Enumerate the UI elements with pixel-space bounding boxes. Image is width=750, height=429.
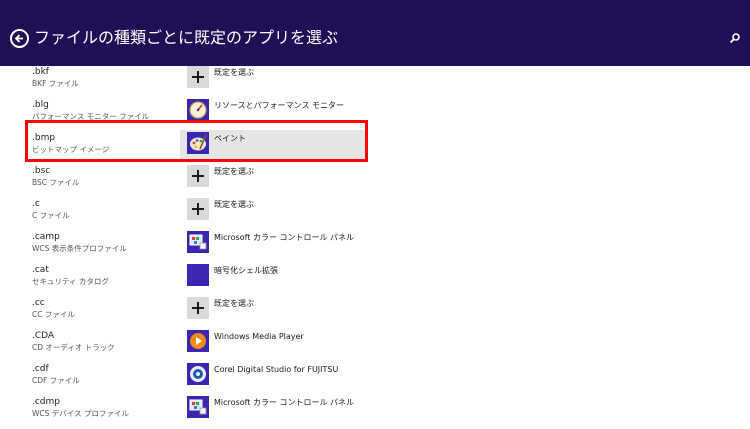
default-app-button[interactable]: Microsoft カラー コントロール パネル	[180, 229, 365, 259]
file-type-description: CD オーディオ トラック	[32, 343, 115, 352]
association-row: .bsc BSC ファイル 既定を選ぶ	[0, 165, 750, 198]
file-extension-label: .c	[32, 199, 40, 209]
search-icon	[729, 33, 740, 44]
back-arrow-icon	[14, 34, 23, 43]
association-row: .bmp ビットマップ イメージ ペイント	[0, 130, 750, 165]
file-extension-label: .CDA	[32, 331, 55, 341]
association-row: .camp WCS 表示条件プロファイル Microsoft カラー コントロール …	[0, 231, 750, 264]
app-name-label: 既定を選ぶ	[214, 200, 254, 209]
app-name-label: ペイント	[214, 134, 246, 143]
default-app-button[interactable]: Corel Digital Studio for FUJITSU	[180, 361, 365, 391]
default-app-button[interactable]: リソースとパフォーマンス モニター	[180, 97, 365, 127]
file-type-description: WCS 表示条件プロファイル	[32, 244, 127, 253]
color-control-panel-icon	[187, 231, 209, 253]
app-name-label: 既定を選ぶ	[214, 299, 254, 308]
file-extension-label: .camp	[32, 232, 60, 242]
association-row: .cdf CDF ファイル Corel Digital Studio for FUJ…	[0, 363, 750, 396]
default-app-button[interactable]: Windows Media Player	[180, 328, 365, 358]
association-row: .blg パフォーマンス モニター ファイル リソースとパフォーマンス モニター	[0, 99, 750, 132]
default-app-button[interactable]: 既定を選ぶ	[180, 196, 365, 226]
file-type-description: WCS デバイス プロファイル	[32, 409, 129, 418]
file-type-description: ビットマップ イメージ	[32, 145, 110, 154]
crypto-shell-icon	[187, 264, 209, 286]
association-row: .bkf BKF ファイル 既定を選ぶ	[0, 66, 750, 99]
association-row: .cdmp WCS デバイス プロファイル Microsoft カラー コントロール…	[0, 396, 750, 429]
paint-icon	[187, 132, 209, 154]
back-button[interactable]	[10, 29, 29, 48]
file-extension-label: .cdf	[32, 364, 49, 374]
plus-icon	[187, 198, 209, 220]
file-extension-label: .bmp	[32, 133, 56, 143]
default-app-button[interactable]: 既定を選ぶ	[180, 163, 365, 193]
file-extension-label: .blg	[32, 100, 49, 110]
default-app-button[interactable]: 暗号化シェル拡張	[180, 262, 365, 292]
default-app-button[interactable]: 既定を選ぶ	[180, 64, 365, 94]
file-type-description: CDF ファイル	[32, 376, 80, 385]
app-name-label: 既定を選ぶ	[214, 68, 254, 77]
app-name-label: 暗号化シェル拡張	[214, 266, 278, 275]
file-type-description: セキュリティ カタログ	[32, 277, 109, 286]
association-row: .cat セキュリティ カタログ 暗号化シェル拡張	[0, 264, 750, 297]
file-type-description: C ファイル	[32, 211, 70, 220]
app-name-label: Corel Digital Studio for FUJITSU	[214, 365, 339, 374]
app-name-label: Microsoft カラー コントロール パネル	[214, 398, 355, 407]
association-row: .CDA CD オーディオ トラック Windows Media Player	[0, 330, 750, 363]
file-extension-label: .cat	[32, 265, 49, 275]
default-app-button[interactable]: ペイント	[180, 130, 365, 160]
association-list: .bkf BKF ファイル 既定を選ぶ .blg パフォーマンス モニター ファイル リソ…	[0, 66, 750, 422]
plus-icon	[187, 297, 209, 319]
file-extension-label: .bsc	[32, 166, 51, 176]
performance-monitor-icon	[187, 99, 209, 121]
file-type-description: BKF ファイル	[32, 79, 79, 88]
plus-icon	[187, 66, 209, 88]
file-type-description: CC ファイル	[32, 310, 75, 319]
corel-studio-icon	[187, 363, 209, 385]
file-extension-label: .cdmp	[32, 397, 61, 407]
plus-icon	[187, 165, 209, 187]
file-extension-label: .bkf	[32, 67, 49, 77]
media-player-icon	[187, 330, 209, 352]
app-header: ファイルの種類ごとに既定のアプリを選ぶ	[0, 0, 750, 66]
search-button[interactable]	[728, 31, 742, 45]
page-title: ファイルの種類ごとに既定のアプリを選ぶ	[34, 28, 339, 47]
default-app-button[interactable]: Microsoft カラー コントロール パネル	[180, 394, 365, 424]
file-type-description: パフォーマンス モニター ファイル	[32, 112, 150, 121]
file-type-description: BSC ファイル	[32, 178, 80, 187]
color-control-panel-icon	[187, 396, 209, 418]
app-name-label: リソースとパフォーマンス モニター	[214, 101, 344, 110]
app-name-label: 既定を選ぶ	[214, 167, 254, 176]
app-name-label: Microsoft カラー コントロール パネル	[214, 233, 355, 242]
app-name-label: Windows Media Player	[214, 332, 304, 341]
default-app-button[interactable]: 既定を選ぶ	[180, 295, 365, 325]
file-extension-label: .cc	[32, 298, 45, 308]
association-row: .c C ファイル 既定を選ぶ	[0, 198, 750, 231]
association-row: .cc CC ファイル 既定を選ぶ	[0, 297, 750, 330]
